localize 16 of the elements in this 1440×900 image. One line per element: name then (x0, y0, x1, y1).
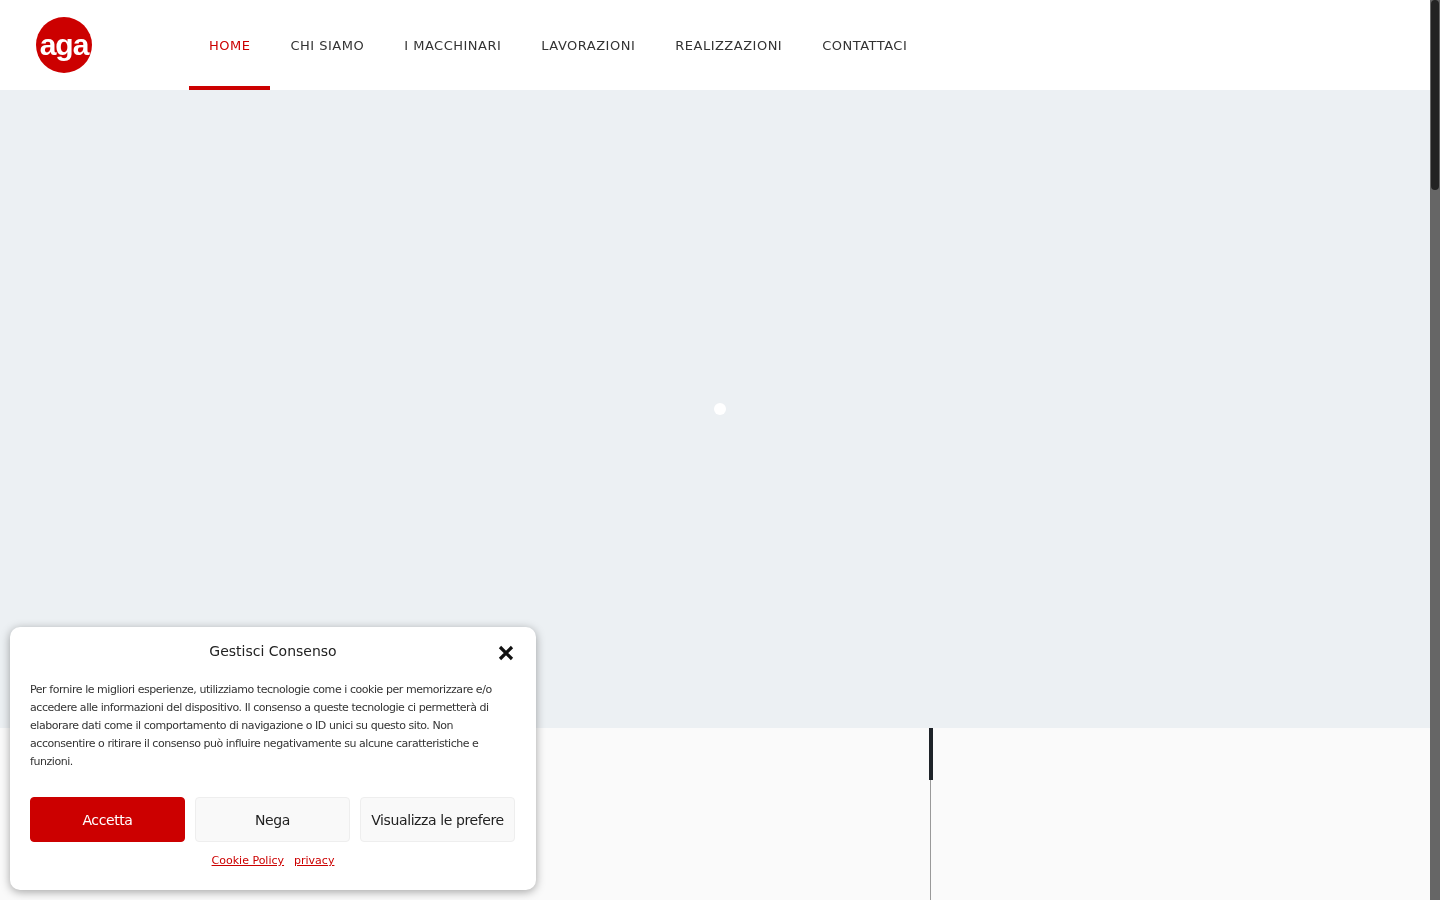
consent-button[interactable]: Accetta (30, 797, 185, 842)
consent-button[interactable]: Visualizza le prefere (360, 797, 515, 842)
nav-link[interactable]: CHI SIAMO (270, 0, 385, 90)
nav-link[interactable]: LAVORAZIONI (521, 0, 656, 90)
consent-text: Per fornire le migliori esperienze, utilizziamo tecnologie come i cookie per memorizzare e/o accedere alle informazioni del dispositivo. Il consenso a queste tecnologie ci permetterà di elaborare dati come il comportamento di navigazione o ID unici su questo sito. Non acconsentire o ritirare il consenso può influire negativamente su alcune caratteristiche e funzioni. (30, 682, 493, 770)
nav-link[interactable]: CONTATTACI (802, 0, 928, 90)
consent-button[interactable]: Nega (195, 797, 350, 842)
dialog-title: Gestisci Consenso (209, 643, 337, 659)
scrollbar[interactable] (1430, 0, 1440, 900)
scrollbar-thumb[interactable] (1431, 0, 1439, 190)
nav-link[interactable]: I MACCHINARI (384, 0, 522, 90)
policy-link[interactable]: privacy (294, 854, 335, 867)
nav-link[interactable]: REALIZZAZIONI (655, 0, 803, 90)
close-icon[interactable] (498, 645, 514, 661)
policy-link[interactable]: Cookie Policy (211, 854, 285, 867)
logo[interactable]: aga (36, 17, 92, 73)
